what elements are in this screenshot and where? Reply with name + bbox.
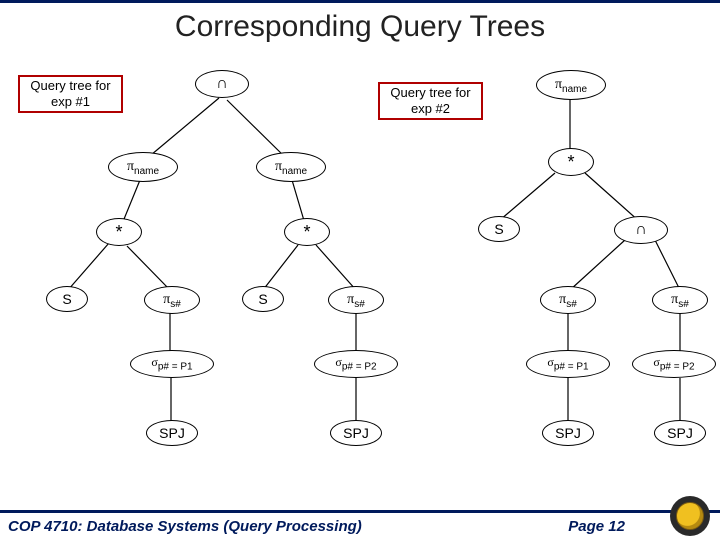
course-title: COP 4710: Database Systems (Query Proces… <box>0 518 362 535</box>
node-sigma-p1-1: σp# = P1 <box>130 350 214 378</box>
node-intersect-2: ∩ <box>614 216 668 244</box>
node-SPJ-1b: SPJ <box>330 420 382 446</box>
node-pi-s-2b: πs# <box>652 286 708 314</box>
node-pi-name-1b: πname <box>256 152 326 182</box>
node-sigma-p2-1: σp# = P2 <box>314 350 398 378</box>
node-join-1b: * <box>284 218 330 246</box>
page-number: Page 12 <box>568 518 625 535</box>
label-tree1: Query tree for exp #1 <box>18 75 123 113</box>
node-sigma-p1-2: σp# = P1 <box>526 350 610 378</box>
node-intersect-1: ∩ <box>195 70 249 98</box>
node-SPJ-2b: SPJ <box>654 420 706 446</box>
node-pi-s-1a: πs# <box>144 286 200 314</box>
node-pi-s-2a: πs# <box>540 286 596 314</box>
footer: COP 4710: Database Systems (Query Proces… <box>0 510 720 540</box>
node-SPJ-1a: SPJ <box>146 420 198 446</box>
node-join-2: * <box>548 148 594 176</box>
node-join-1a: * <box>96 218 142 246</box>
node-S-2: S <box>478 216 520 242</box>
node-sigma-p2-2: σp# = P2 <box>632 350 716 378</box>
node-S-1b: S <box>242 286 284 312</box>
label-tree2: Query tree for exp #2 <box>378 82 483 120</box>
node-SPJ-2a: SPJ <box>542 420 594 446</box>
ucf-logo-icon <box>670 496 710 536</box>
node-pi-s-1b: πs# <box>328 286 384 314</box>
node-S-1a: S <box>46 286 88 312</box>
node-pi-name-2: πname <box>536 70 606 100</box>
page-title: Corresponding Query Trees <box>0 10 720 44</box>
node-pi-name-1a: πname <box>108 152 178 182</box>
